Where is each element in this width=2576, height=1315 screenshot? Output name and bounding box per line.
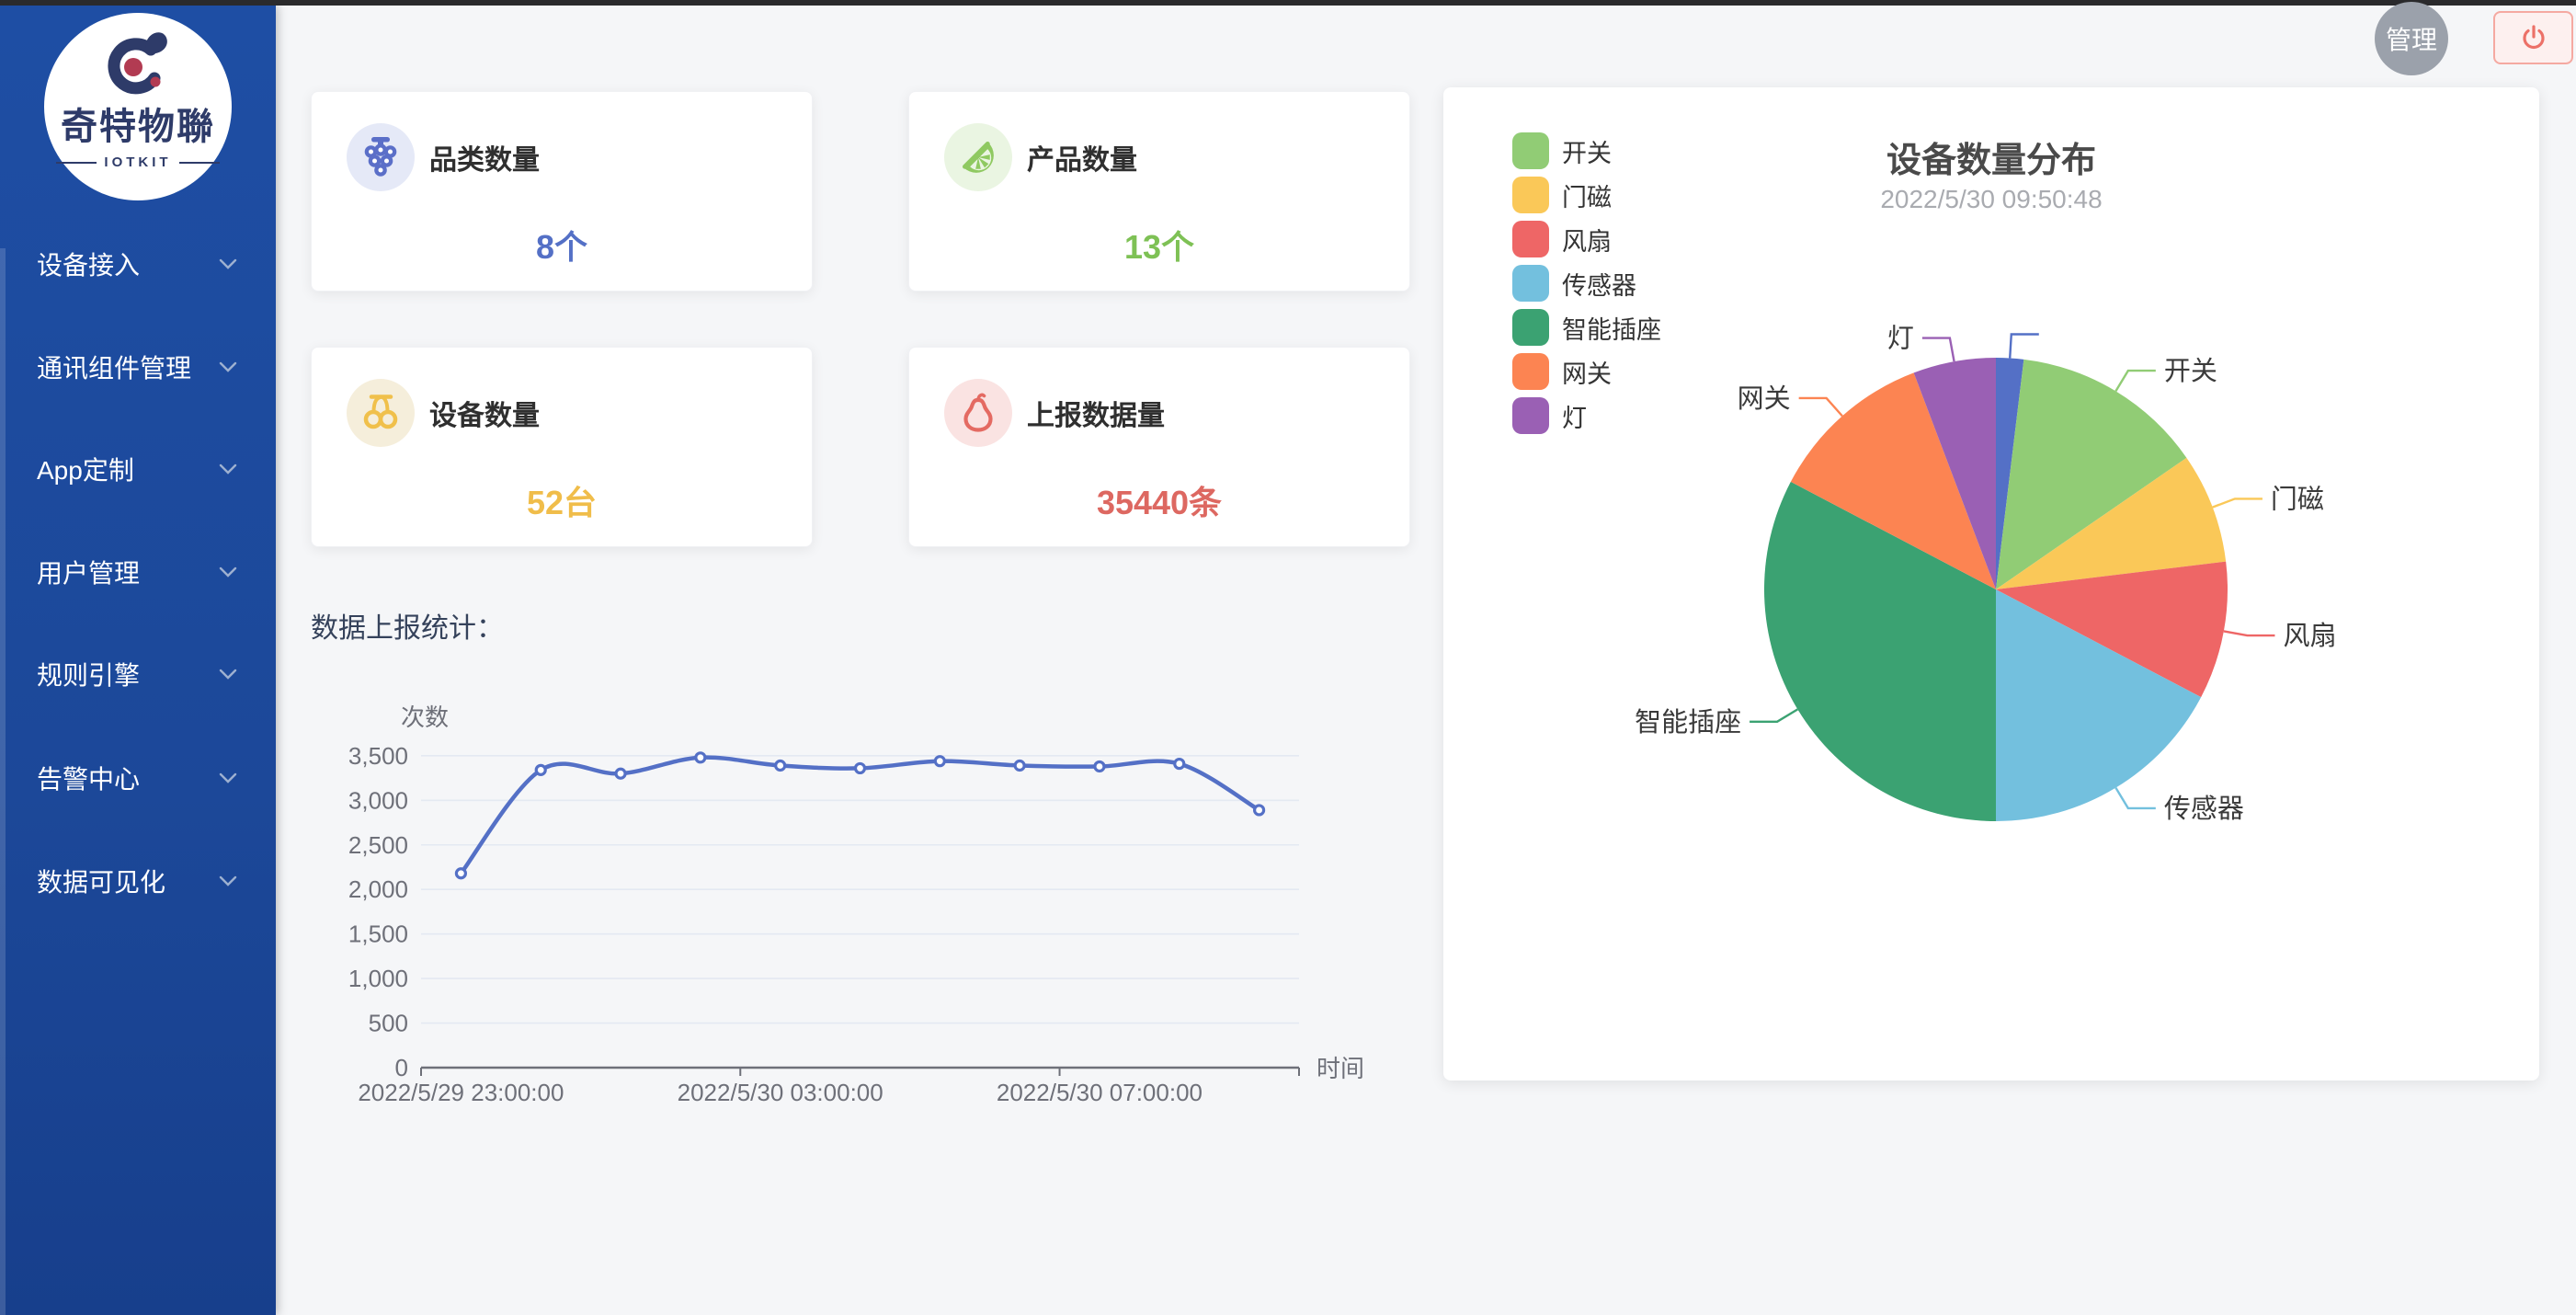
- sidebar-item-app-custom[interactable]: App定制: [0, 443, 276, 495]
- svg-text:3,000: 3,000: [349, 786, 408, 814]
- stat-card-label: 设备数量: [429, 393, 540, 433]
- svg-text:1,500: 1,500: [349, 920, 408, 948]
- stat-card-value: 52台: [312, 476, 812, 524]
- chevron-down-icon: [219, 361, 237, 372]
- window-top-strip: [0, 0, 2576, 6]
- sidebar: 奇特物聯 IOTKIT 设备接入 通讯组件管理 App定制 用户管理 规则引擎 …: [0, 6, 276, 1315]
- svg-text:智能插座: 智能插座: [1635, 707, 1741, 738]
- line-chart-section-title: 数据上报统计：: [311, 605, 504, 646]
- chevron-down-icon: [219, 875, 237, 886]
- svg-text:门磁: 门磁: [2271, 484, 2324, 514]
- svg-text:2022/5/30 07:00:00: 2022/5/30 07:00:00: [997, 1079, 1203, 1106]
- svg-text:网关: 网关: [1738, 383, 1791, 414]
- svg-text:时间: 时间: [1316, 1055, 1364, 1082]
- sidebar-item-rule-engine[interactable]: 规则引擎: [0, 648, 276, 700]
- svg-text:1,000: 1,000: [349, 965, 408, 992]
- sidebar-item-user-mgmt[interactable]: 用户管理: [0, 546, 276, 598]
- svg-text:开关: 开关: [2164, 356, 2217, 386]
- svg-text:灯: 灯: [1887, 324, 1914, 354]
- stat-card-value: 35440条: [909, 476, 1409, 524]
- stat-card-report-count: 上报数据量 35440条: [908, 347, 1410, 547]
- cherry-icon: [347, 379, 415, 447]
- logout-button[interactable]: [2493, 11, 2573, 64]
- sidebar-item-device-access[interactable]: 设备接入: [0, 238, 276, 290]
- stat-card-label: 品类数量: [429, 137, 540, 177]
- power-icon: [2518, 22, 2549, 53]
- stat-card-product-count: 产品数量 13个: [908, 91, 1410, 292]
- sidebar-item-comm-components[interactable]: 通讯组件管理: [0, 341, 276, 393]
- brand-title: 奇特物聯: [61, 109, 215, 145]
- logo: 奇特物聯 IOTKIT: [44, 13, 232, 200]
- brand-rabbit-icon: [96, 28, 180, 107]
- stat-card-value: 13个: [909, 221, 1409, 269]
- sidebar-item-data-visualization[interactable]: 数据可见化: [0, 855, 276, 907]
- svg-text:次数: 次数: [401, 703, 449, 731]
- device-distribution-panel: 设备数量分布 2022/5/30 09:50:48 开关 门磁 风扇 传感器 智…: [1443, 87, 2539, 1081]
- svg-text:传感器: 传感器: [2164, 794, 2244, 824]
- stat-card-label: 上报数据量: [1027, 393, 1165, 433]
- logo-divider-right: [179, 162, 220, 164]
- stat-card-label: 产品数量: [1027, 137, 1137, 177]
- pear-icon: [944, 379, 1012, 447]
- svg-text:0: 0: [395, 1054, 408, 1081]
- logo-divider-left: [56, 162, 97, 164]
- chevron-down-icon: [219, 258, 237, 269]
- svg-text:2,500: 2,500: [349, 831, 408, 859]
- stat-card-value: 8个: [312, 221, 812, 269]
- chevron-down-icon: [219, 772, 237, 783]
- svg-text:2,000: 2,000: [349, 875, 408, 903]
- stat-card-category-count: 品类数量 8个: [311, 91, 813, 292]
- chevron-down-icon: [219, 669, 237, 680]
- chevron-down-icon: [219, 463, 237, 475]
- grape-icon: [347, 123, 415, 191]
- svg-text:500: 500: [369, 1010, 408, 1037]
- stat-card-device-count: 设备数量 52台: [311, 347, 813, 547]
- line-chart-canvas: 0 500 1,000 1,500 2,000 2,500 3,000 3,500 次数 2022…: [349, 694, 1416, 1126]
- sidebar-item-alert-center[interactable]: 告警中心: [0, 752, 276, 804]
- brand-subtitle: IOTKIT: [104, 154, 171, 170]
- svg-text:2022/5/30 03:00:00: 2022/5/30 03:00:00: [678, 1079, 883, 1106]
- chevron-down-icon: [219, 566, 237, 577]
- svg-text:3,500: 3,500: [349, 742, 408, 770]
- lemon-icon: [944, 123, 1012, 191]
- pie-chart-canvas: 开关门磁风扇传感器 智能插座 网关 灯: [1443, 87, 2539, 1081]
- avatar[interactable]: 管理: [2375, 2, 2448, 75]
- svg-text:风扇: 风扇: [2283, 621, 2336, 651]
- svg-text:2022/5/29 23:00:00: 2022/5/29 23:00:00: [358, 1079, 564, 1106]
